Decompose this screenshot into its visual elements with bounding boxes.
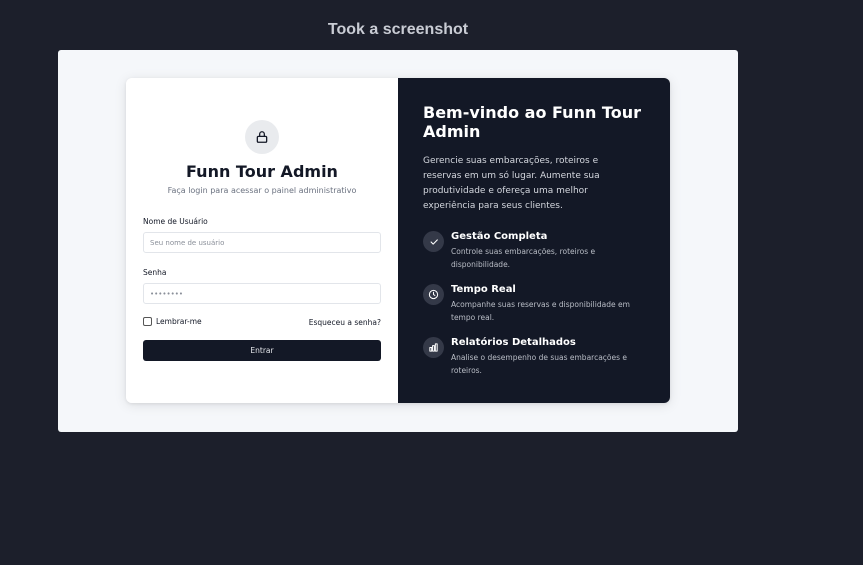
password-input[interactable] [143, 283, 381, 304]
remember-label: Lembrar-me [156, 317, 202, 326]
feature-title: Tempo Real [451, 284, 516, 295]
screenshot-caption: Took a screenshot [327, 21, 469, 38]
check-icon [423, 231, 444, 252]
login-panel: Funn Tour Admin Faça login para acessar … [126, 78, 398, 403]
login-subtitle: Faça login para acessar o painel adminis… [167, 186, 357, 195]
welcome-intro: Gerencie suas embarcações, roteiros e re… [423, 156, 600, 211]
welcome-title: Bem-vindo ao Funn Tour Admin [423, 103, 641, 141]
lock-icon [245, 120, 279, 154]
username-input[interactable] [143, 232, 381, 253]
clock-icon [423, 284, 444, 305]
feature-title: Relatórios Detalhados [451, 337, 576, 348]
login-card: Funn Tour Admin Faça login para acessar … [126, 78, 670, 403]
feature-desc: Controle suas embarcações, roteiros e di… [451, 247, 596, 269]
login-button[interactable]: Entrar [143, 340, 381, 361]
bar-chart-icon [423, 337, 444, 358]
feature-desc: Acompanhe suas reservas e disponibilidad… [451, 300, 630, 322]
feature-desc: Analise o desempenho de suas embarcações… [451, 353, 628, 375]
remember-checkbox[interactable] [143, 317, 152, 326]
screenshot-frame: Funn Tour Admin Faça login para acessar … [58, 50, 738, 432]
username-label: Nome de Usuário [143, 217, 208, 226]
remember-me[interactable]: Lembrar-me [143, 317, 202, 326]
forgot-password-link[interactable]: Esqueceu a senha? [309, 318, 381, 327]
login-title: Funn Tour Admin [186, 162, 338, 181]
password-label: Senha [143, 268, 167, 277]
welcome-panel: Bem-vindo ao Funn Tour Admin Gerencie su… [398, 78, 670, 403]
feature-title: Gestão Completa [451, 231, 548, 242]
